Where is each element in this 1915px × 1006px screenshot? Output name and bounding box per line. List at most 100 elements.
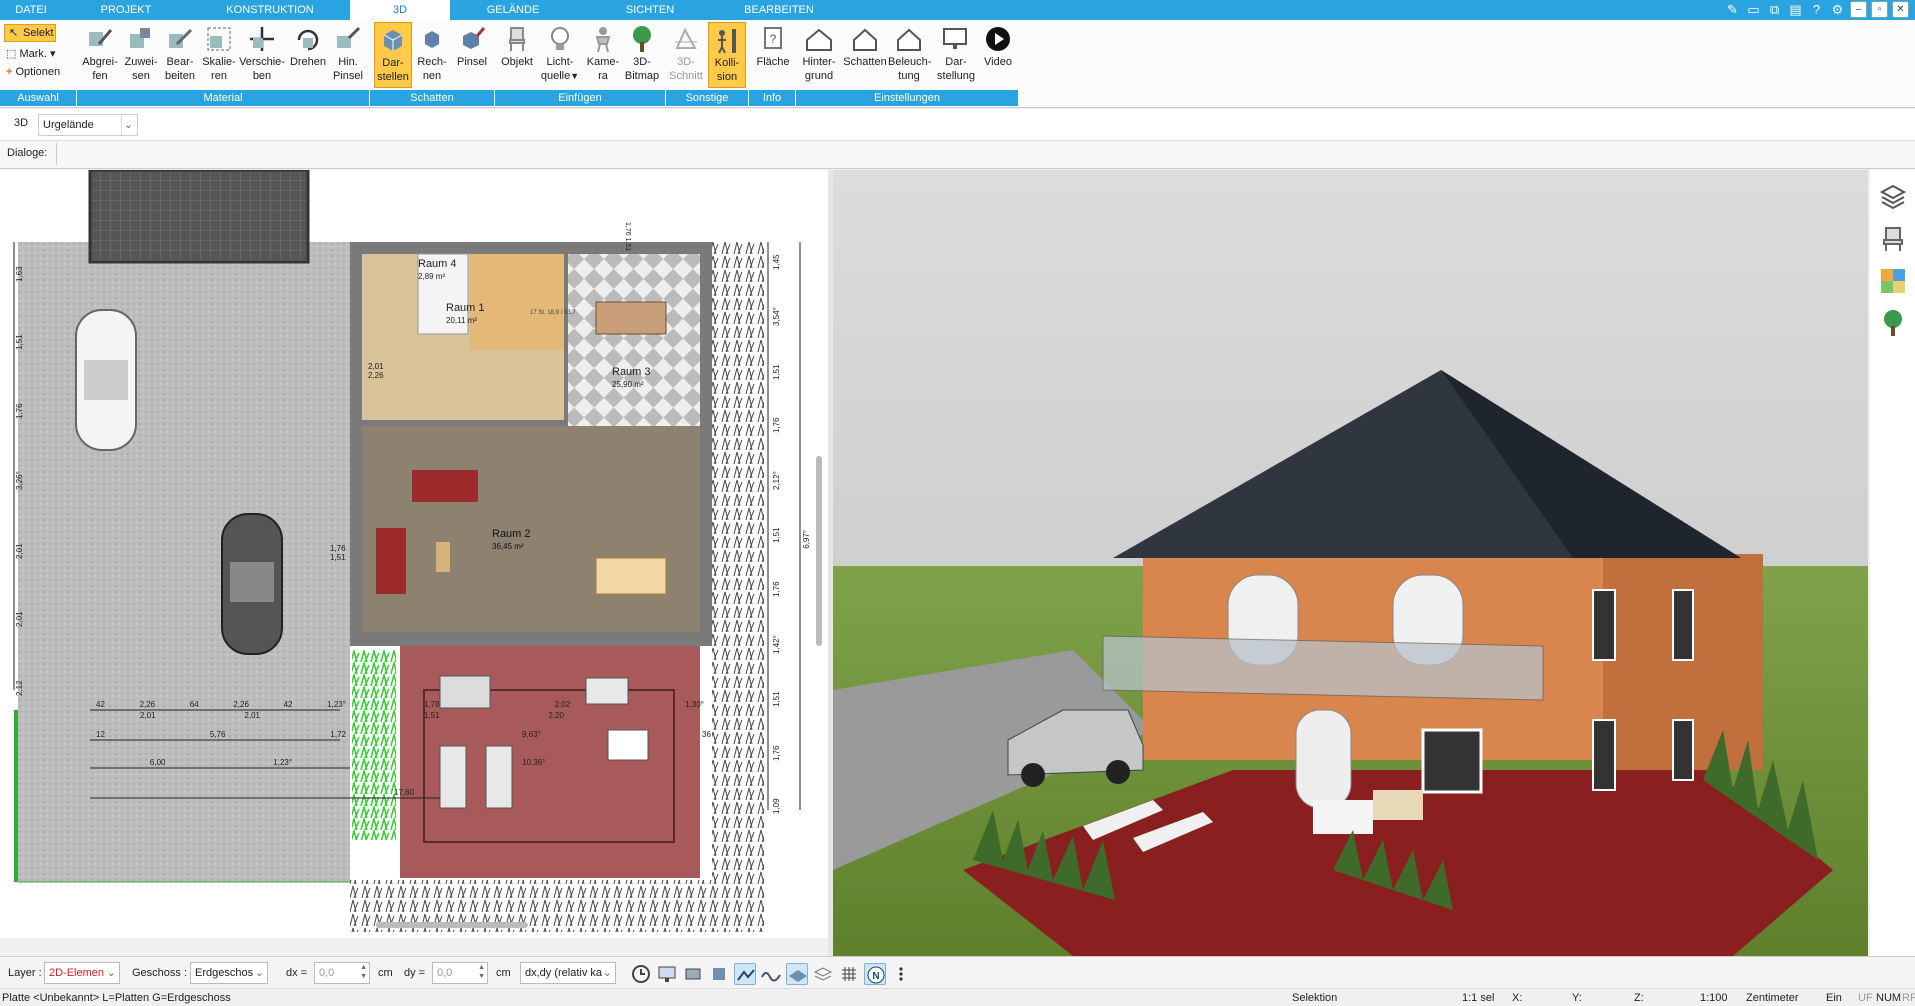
vertical-scrollbar[interactable] (816, 456, 822, 646)
darstellen-button[interactable]: Dar-stellen (374, 22, 412, 88)
car-top[interactable] (75, 309, 137, 451)
lichtquelle-button[interactable]: Licht-quelle▼ (540, 22, 580, 88)
plants-icon[interactable] (1878, 308, 1908, 338)
close-button[interactable]: ✕ (1892, 1, 1909, 18)
bearbeiten-button[interactable]: Bear-beiten (160, 22, 200, 88)
tab-bearbeiten[interactable]: BEARBEITEN (724, 0, 834, 20)
layers-icon[interactable] (1878, 182, 1908, 212)
verschieben-button[interactable]: Verschie-ben (238, 22, 286, 88)
schatten-button[interactable]: Schatten (842, 22, 888, 88)
dialog-icon[interactable]: ▤ (1787, 1, 1804, 18)
wave-icon[interactable] (760, 963, 782, 985)
windows-icon[interactable]: ⧉ (1766, 1, 1783, 18)
skalieren-button[interactable]: Skalie-ren (200, 22, 238, 88)
status-x: X: (1512, 992, 1523, 1004)
kollision-button[interactable]: Kolli-sion (708, 22, 746, 88)
mark-button[interactable]: ⬚ Mark. ▾ (6, 46, 56, 62)
tab-sichten[interactable]: SICHTEN (576, 0, 724, 20)
clock-icon[interactable] (630, 963, 652, 985)
mark-icon: ⬚ (6, 48, 17, 60)
pinsel-button[interactable]: Pinsel (452, 22, 492, 88)
kamera-button[interactable]: Kame-ra (584, 22, 622, 88)
north-icon[interactable]: N (864, 963, 886, 985)
abgreifen-button[interactable]: Abgrei-fen (78, 22, 122, 88)
tab-3d[interactable]: 3D (350, 0, 450, 20)
status-scale: 1:100 (1700, 992, 1728, 1004)
dx-input[interactable]: 0,0 ▲ ▼ (314, 962, 370, 984)
snap-icon[interactable] (682, 963, 704, 985)
room-label[interactable]: Raum 1 20,11 m² (446, 302, 485, 326)
coordinate-mode-select[interactable]: dx,dy (relativ ka ⌄ (520, 962, 616, 984)
3d-view[interactable] (833, 170, 1868, 956)
screen-icon[interactable] (656, 963, 678, 985)
shadow-house-icon (853, 28, 877, 51)
terrain-tool-icon[interactable] (734, 963, 756, 985)
chevron-down-icon: ⌄ (106, 967, 116, 979)
bitmap3d-button[interactable]: 3D- Bitmap (622, 22, 662, 88)
spinner-icon[interactable]: ▲ ▼ (360, 963, 367, 981)
eyedropper-icon (89, 29, 113, 46)
status-num: NUM (1876, 992, 1902, 1004)
dimension-row: 1,78 2,02 1,30° (424, 700, 704, 709)
selekt-label: Selekt (23, 27, 54, 39)
terrain-dropdown[interactable]: Urgelände ⌄ (38, 114, 138, 136)
tab-konstruktion[interactable]: KONSTRUKTION (190, 0, 350, 20)
tab-gelaende[interactable]: GELÄNDE (450, 0, 576, 20)
rechnen-button[interactable]: Rech-nen (414, 22, 450, 88)
darstellung-button[interactable]: Dar-stellung (934, 22, 978, 88)
floor-plan-view[interactable]: Raum 4 2,89 m² Raum 1 20,11 m² Raum 3 25,90… (0, 170, 828, 938)
mode-label: 3D (14, 117, 29, 129)
tab-datei[interactable]: DATEI (0, 0, 62, 20)
cursor-icon: ↖ (9, 27, 19, 39)
hintergrund-button[interactable]: Hinter-grund (798, 22, 840, 88)
room-label[interactable]: Raum 3 25,90 m² (612, 366, 651, 390)
tools-icon[interactable]: ✎ (1724, 1, 1741, 18)
display-icon (943, 28, 967, 49)
tab-projekt[interactable]: PROJEKT (62, 0, 190, 20)
layout-icon[interactable]: ▭ (1745, 1, 1762, 18)
ribbon-tab-bar: DATEI PROJEKT KONSTRUKTION 3D GELÄNDE SI… (0, 0, 1915, 20)
area-info-icon: ? (764, 27, 782, 49)
group-info: Info (749, 90, 795, 106)
grid-icon[interactable] (838, 963, 860, 985)
status-y: Y: (1572, 992, 1582, 1004)
room-label[interactable]: Raum 4 2,89 m² (418, 258, 457, 282)
selekt-button[interactable]: ↖ Selekt (4, 24, 56, 42)
layer-stack-icon[interactable] (812, 963, 834, 985)
bottom-input-bar: Layer : 2D-Elemen ⌄ Geschoss : Erdgeschos… (0, 956, 1915, 988)
help-icon[interactable]: ? (1808, 1, 1825, 18)
edit-material-icon (169, 28, 193, 48)
room-label[interactable]: Raum 2 36,45 m² (492, 528, 531, 552)
object-icon[interactable] (708, 963, 730, 985)
materials-icon[interactable] (1878, 266, 1908, 296)
dimension-label: 17,60 (394, 788, 415, 797)
layer-select[interactable]: 2D-Elemen ⌄ (44, 962, 120, 984)
divider (56, 143, 57, 165)
beleuchtung-button[interactable]: Beleuch-tung (888, 22, 931, 88)
minimize-button[interactable]: – (1850, 1, 1867, 18)
group-material: Material (77, 90, 369, 106)
more-options-icon[interactable] (890, 963, 912, 985)
ribbon: ↖ Selekt ⬚ Mark. ▾ + Optionen Abgrei-fen… (0, 20, 1915, 108)
hin-pinsel-button[interactable]: Hin. Pinsel (330, 22, 366, 88)
video-button[interactable]: Video (980, 22, 1016, 88)
settings-icon[interactable]: ⚙ (1829, 1, 1846, 18)
flaeche-button[interactable]: ? Fläche (752, 22, 794, 88)
status-unit: Zentimeter (1746, 992, 1799, 1004)
compute-cube-icon (425, 31, 439, 48)
restore-button[interactable]: ▫ (1871, 1, 1888, 18)
brush-icon (337, 26, 361, 48)
3d-render (833, 170, 1868, 956)
furniture-icon[interactable] (1878, 224, 1908, 254)
dy-input[interactable]: 0,0 ▲ ▼ (432, 962, 488, 984)
drehen-button[interactable]: Drehen (286, 22, 330, 88)
zuweisen-button[interactable]: Zuwei-sen (122, 22, 160, 88)
optionen-button[interactable]: + Optionen (6, 64, 60, 80)
spinner-icon[interactable]: ▲ ▼ (478, 963, 485, 981)
horizontal-scrollbar[interactable] (376, 922, 528, 928)
plane-icon[interactable] (786, 963, 808, 985)
schnitt3d-button[interactable]: 3D- Schnitt (668, 22, 704, 88)
objekt-button[interactable]: Objekt (496, 22, 538, 88)
geschoss-select[interactable]: Erdgeschos ⌄ (190, 962, 268, 984)
car-bottom[interactable] (221, 513, 283, 655)
